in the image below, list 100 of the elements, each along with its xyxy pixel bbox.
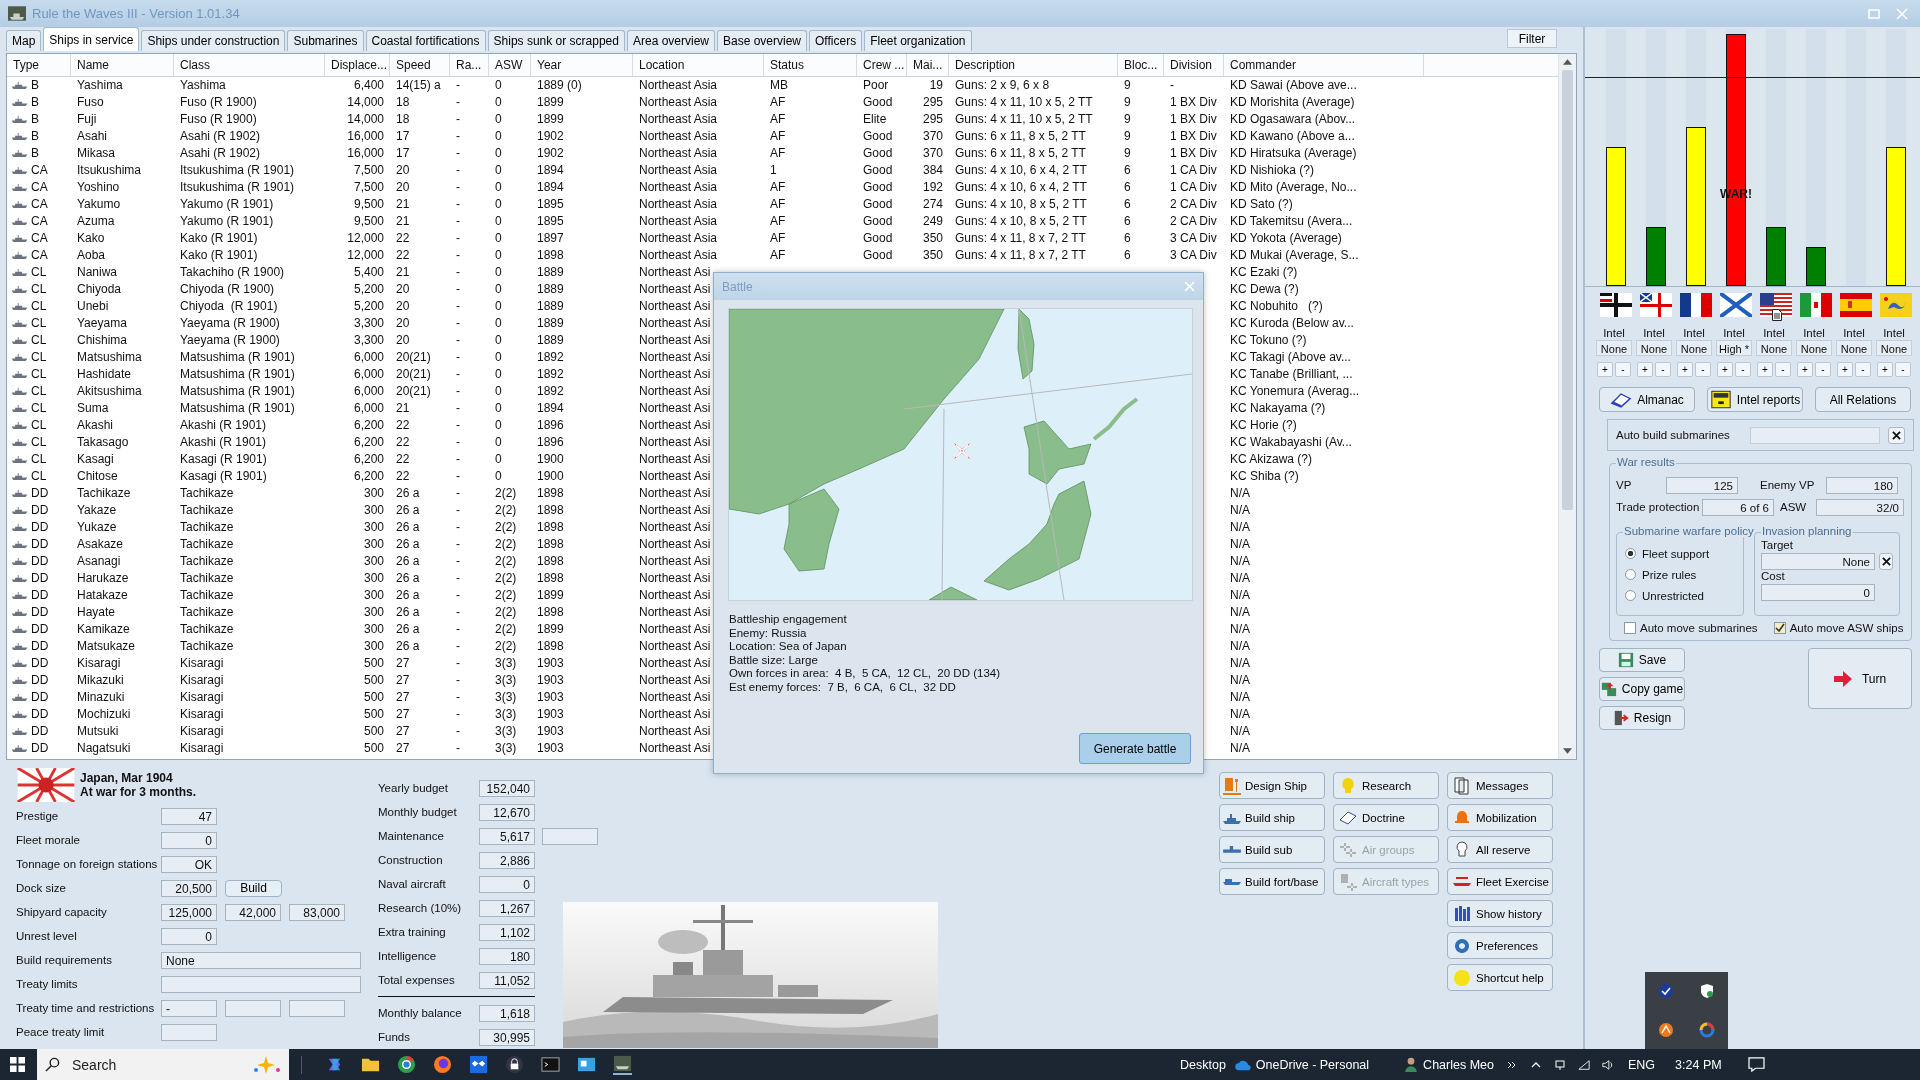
game-button[interactable]: Resign: [1599, 706, 1685, 730]
tab[interactable]: Map: [6, 30, 42, 51]
panel-button[interactable]: Almanac: [1599, 387, 1695, 412]
column-header[interactable]: Commander: [1224, 54, 1424, 76]
flag-icon[interactable]: [1680, 293, 1712, 317]
increase-button[interactable]: +: [1677, 362, 1693, 377]
command-button[interactable]: Fleet Exercise: [1447, 868, 1553, 895]
windows-start-icon[interactable]: [10, 1057, 25, 1072]
command-button[interactable]: Build fort/base: [1219, 868, 1325, 895]
ring-app-icon[interactable]: [1699, 1021, 1716, 1038]
control-panel-icon[interactable]: [577, 1055, 596, 1074]
column-header[interactable]: ASW: [489, 54, 531, 76]
command-button[interactable]: Research: [1333, 772, 1439, 799]
game-app-icon[interactable]: [613, 1054, 632, 1075]
generate-battle-button[interactable]: Generate battle: [1079, 733, 1191, 764]
panel-button[interactable]: Intel reports: [1707, 387, 1803, 412]
shield-icon[interactable]: [1699, 983, 1716, 1000]
language-indicator[interactable]: ENG: [1628, 1057, 1656, 1072]
tab[interactable]: Ships under construction: [141, 30, 286, 51]
target-field[interactable]: None: [1761, 553, 1875, 570]
notification-icon[interactable]: [1747, 1057, 1765, 1072]
increase-button[interactable]: +: [1797, 362, 1813, 377]
flag-icon[interactable]: [1760, 293, 1792, 317]
decrease-button[interactable]: -: [1895, 362, 1911, 377]
command-button[interactable]: Shortcut help: [1447, 964, 1553, 991]
decrease-button[interactable]: -: [1855, 362, 1871, 377]
down-arrow-icon[interactable]: [1563, 748, 1572, 754]
radio-button[interactable]: [1625, 548, 1636, 559]
flag-icon[interactable]: [1640, 293, 1672, 317]
tab[interactable]: Coastal fortifications: [365, 30, 486, 51]
network-icon[interactable]: [1554, 1058, 1566, 1071]
check-circle-icon[interactable]: [1657, 983, 1674, 1000]
decrease-button[interactable]: -: [1735, 362, 1751, 377]
panel-button[interactable]: All Relations: [1815, 387, 1911, 412]
radio-label[interactable]: Unrestricted: [1642, 589, 1704, 602]
radio-button[interactable]: [1625, 569, 1636, 580]
chrome-icon[interactable]: [397, 1055, 416, 1074]
volume-icon[interactable]: [1602, 1058, 1614, 1071]
clear-button[interactable]: [1888, 426, 1905, 444]
scrollbar-thumb[interactable]: [1562, 70, 1573, 510]
radio-button[interactable]: [1625, 590, 1636, 601]
increase-button[interactable]: +: [1637, 362, 1653, 377]
document-icon[interactable]: [1772, 309, 1782, 321]
increase-button[interactable]: +: [1877, 362, 1893, 377]
game-button[interactable]: Save: [1599, 648, 1685, 672]
decrease-button[interactable]: -: [1695, 362, 1711, 377]
column-header[interactable]: Type: [7, 54, 71, 76]
column-header[interactable]: Description: [949, 54, 1118, 76]
person-icon[interactable]: [1405, 1057, 1418, 1072]
up-arrow-icon[interactable]: [1563, 59, 1572, 65]
command-button[interactable]: Design Ship: [1219, 772, 1325, 799]
app-icon[interactable]: [1657, 1021, 1674, 1038]
flag-icon[interactable]: [1720, 293, 1752, 317]
clock[interactable]: 3:24 PM: [1675, 1057, 1722, 1072]
column-header[interactable]: Year: [531, 54, 633, 76]
decrease-button[interactable]: -: [1775, 362, 1791, 377]
column-header[interactable]: Bloc...: [1118, 54, 1164, 76]
increase-button[interactable]: +: [1837, 362, 1853, 377]
checkbox[interactable]: [1773, 622, 1786, 634]
tab[interactable]: Officers: [809, 30, 863, 51]
flag-icon[interactable]: [1600, 293, 1632, 317]
increase-button[interactable]: +: [1757, 362, 1773, 377]
cloud-icon[interactable]: [1233, 1058, 1252, 1071]
search-field[interactable]: Search: [37, 1049, 289, 1080]
lock-icon[interactable]: [505, 1055, 524, 1074]
increase-button[interactable]: +: [1597, 362, 1613, 377]
game-button[interactable]: Copy game: [1599, 677, 1685, 701]
turn-button[interactable]: Turn: [1808, 648, 1912, 709]
firefox-icon[interactable]: [433, 1055, 452, 1074]
tab[interactable]: Base overview: [717, 30, 808, 51]
user-label[interactable]: Charles Meo: [1423, 1057, 1494, 1072]
increase-button[interactable]: +: [1717, 362, 1733, 377]
tab[interactable]: Submarines: [287, 30, 364, 51]
command-button[interactable]: Show history: [1447, 900, 1553, 927]
column-header[interactable]: Ra...: [450, 54, 489, 76]
column-header[interactable]: Division: [1164, 54, 1224, 76]
tab[interactable]: Fleet organization: [864, 30, 972, 51]
checkbox-label[interactable]: Auto move submarines: [1640, 622, 1758, 634]
checkbox[interactable]: [1624, 622, 1636, 634]
onedrive-label[interactable]: OneDrive - Personal: [1255, 1057, 1370, 1072]
tab[interactable]: Area overview: [626, 30, 715, 51]
command-button[interactable]: Build ship: [1219, 804, 1325, 831]
column-header[interactable]: Name: [71, 54, 174, 76]
column-header[interactable]: Location: [633, 54, 764, 76]
decrease-button[interactable]: -: [1815, 362, 1831, 377]
build-button[interactable]: Build: [225, 879, 282, 897]
command-button[interactable]: Messages: [1447, 772, 1553, 799]
clear-button[interactable]: [1879, 553, 1893, 570]
wifi-icon[interactable]: [1578, 1058, 1590, 1071]
tab[interactable]: Ships sunk or scrapped: [487, 30, 625, 51]
terminal-icon[interactable]: [541, 1055, 560, 1074]
checkbox-label[interactable]: Auto move ASW ships: [1789, 622, 1904, 634]
column-header[interactable]: Class: [174, 54, 325, 76]
decrease-button[interactable]: -: [1615, 362, 1631, 377]
command-button[interactable]: Doctrine: [1333, 804, 1439, 831]
radio-label[interactable]: Fleet support: [1642, 547, 1710, 560]
column-header[interactable]: Mai...: [907, 54, 949, 76]
column-header[interactable]: Displace...: [325, 54, 390, 76]
column-header[interactable]: Status: [764, 54, 857, 76]
scrollbar[interactable]: [1558, 54, 1576, 759]
